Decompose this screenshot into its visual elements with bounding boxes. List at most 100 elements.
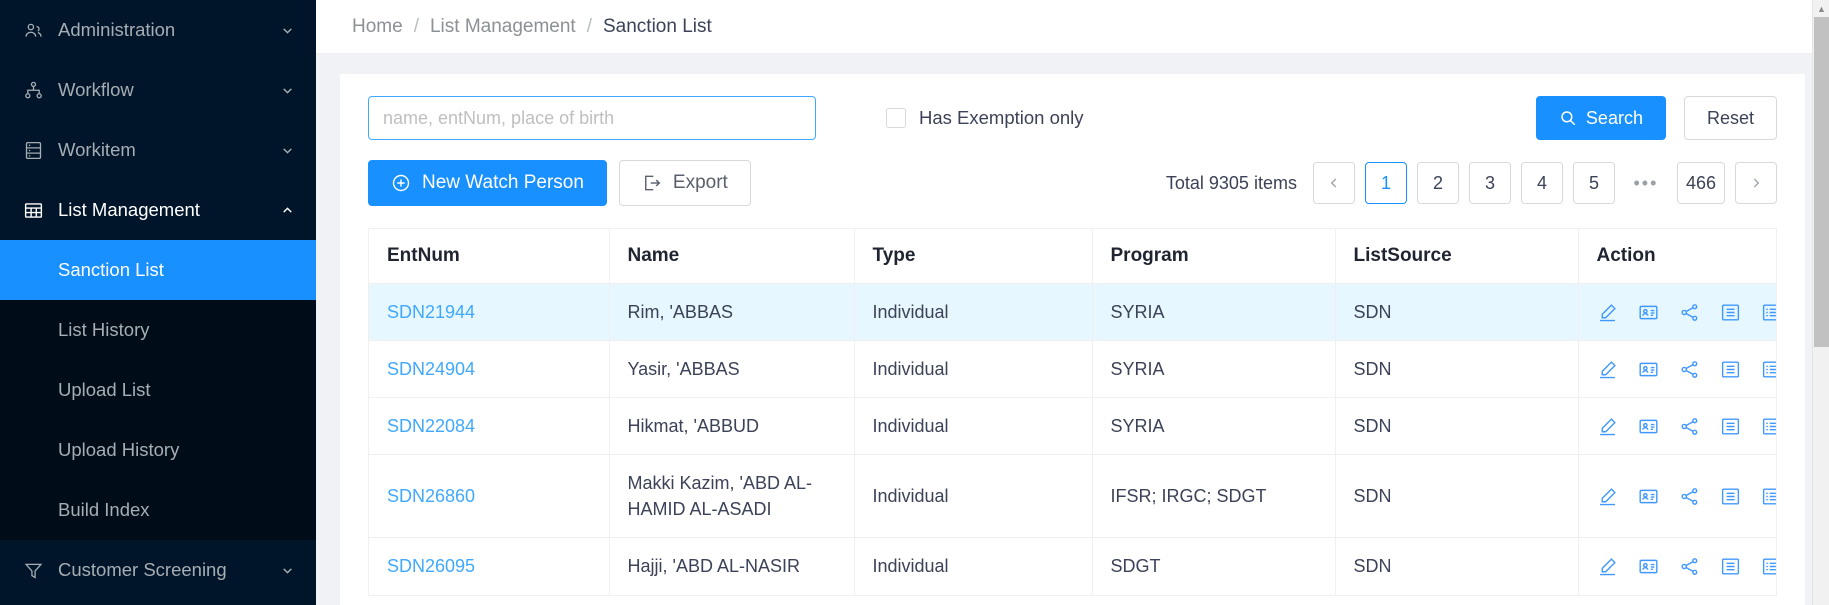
cell-name-text: Hikmat, 'ABBUD <box>627 416 759 437</box>
sidebar-item-build-index[interactable]: Build Index <box>0 480 316 540</box>
edit-icon[interactable] <box>1597 556 1618 578</box>
column-header-name[interactable]: Name <box>609 229 855 284</box>
edit-icon[interactable] <box>1597 485 1618 507</box>
chevron-up-icon[interactable] <box>280 203 294 217</box>
edit-icon[interactable] <box>1597 358 1618 380</box>
vertical-scrollbar[interactable]: ▲ <box>1812 0 1829 605</box>
scrollbar-thumb[interactable] <box>1814 17 1829 347</box>
search-button[interactable]: Search <box>1535 96 1666 140</box>
users-icon <box>22 19 44 41</box>
cell-program-text: SYRIA <box>1110 302 1165 322</box>
chevron-down-icon[interactable] <box>280 563 294 577</box>
column-header-program[interactable]: Program <box>1092 229 1336 284</box>
sidebar: Administration Workflow Workitem List Ma… <box>0 0 316 605</box>
pagination-page-5[interactable]: 5 <box>1572 162 1615 204</box>
funnel-icon <box>22 559 44 581</box>
sidebar-group-customer-screening[interactable]: Customer Screening <box>0 540 316 600</box>
pagination-page-1[interactable]: 1 <box>1364 162 1407 204</box>
share-icon[interactable] <box>1679 301 1700 323</box>
cell-entnum[interactable]: SDN22084 <box>369 397 610 456</box>
list-alt-icon[interactable] <box>1761 358 1776 380</box>
sidebar-item-upload-list[interactable]: Upload List <box>0 360 316 420</box>
pagination-next-button[interactable] <box>1735 162 1777 204</box>
id-card-icon[interactable] <box>1638 556 1659 578</box>
new-watch-person-button[interactable]: New Watch Person <box>368 160 607 206</box>
sidebar-item-list-history[interactable]: List History <box>0 300 316 360</box>
cell-program: SDGT <box>1092 537 1336 596</box>
share-icon[interactable] <box>1679 415 1700 437</box>
sidebar-item-upload-history[interactable]: Upload History <box>0 420 316 480</box>
edit-icon[interactable] <box>1597 415 1618 437</box>
sidebar-sub-label: List History <box>58 319 150 340</box>
list-detail-icon[interactable] <box>1720 301 1741 323</box>
cell-entnum-text[interactable]: SDN22084 <box>387 416 475 436</box>
chevron-down-icon[interactable] <box>280 83 294 97</box>
cell-entnum[interactable]: SDN24904 <box>369 340 610 399</box>
list-detail-icon[interactable] <box>1720 358 1741 380</box>
cell-entnum[interactable]: SDN26860 <box>369 454 610 539</box>
share-icon[interactable] <box>1679 358 1700 380</box>
id-card-icon[interactable] <box>1638 485 1659 507</box>
id-card-icon[interactable] <box>1638 358 1659 380</box>
sanction-list-card: Has Exemption only Search R <box>340 74 1805 605</box>
checkbox-box[interactable] <box>886 108 906 128</box>
table-row[interactable]: SDN22084 Hikmat, 'ABBUD Individual SYRIA SDN <box>369 397 1776 456</box>
id-card-icon[interactable] <box>1638 301 1659 323</box>
row-actions <box>1597 485 1776 507</box>
column-header-type[interactable]: Type <box>854 229 1093 284</box>
cell-listsource: SDN <box>1335 340 1579 399</box>
cell-entnum[interactable]: SDN26095 <box>369 537 610 596</box>
cell-type: Individual <box>854 454 1093 539</box>
sidebar-sub-label: Upload History <box>58 439 180 460</box>
app-root: Administration Workflow Workitem List Ma… <box>0 0 1829 605</box>
pagination-prev-button[interactable] <box>1312 162 1355 204</box>
column-header-entnum[interactable]: EntNum <box>369 229 610 284</box>
export-icon <box>642 173 662 193</box>
sidebar-group-workitem[interactable]: Workitem <box>0 120 316 180</box>
sidebar-group-list-management[interactable]: List Management <box>0 180 316 240</box>
cell-entnum-text[interactable]: SDN26860 <box>387 486 475 506</box>
breadcrumb-item-home[interactable]: Home <box>352 16 403 38</box>
export-button[interactable]: Export <box>618 160 751 206</box>
sidebar-item-sanction-list[interactable]: Sanction List <box>0 240 316 300</box>
column-header-listsource[interactable]: ListSource <box>1335 229 1579 284</box>
cell-entnum[interactable]: SDN21944 <box>369 283 610 342</box>
chevron-down-icon[interactable] <box>280 143 294 157</box>
share-icon[interactable] <box>1679 485 1700 507</box>
sidebar-sub-label: Sanction List <box>58 259 164 280</box>
sidebar-group-administration[interactable]: Administration <box>0 0 316 60</box>
list-alt-icon[interactable] <box>1761 301 1776 323</box>
scroll-up-arrow-icon[interactable]: ▲ <box>1813 0 1829 17</box>
table-row[interactable]: SDN26095 Hajji, 'ABD AL-NASIR Individual SD… <box>369 537 1776 596</box>
share-icon[interactable] <box>1679 556 1700 578</box>
pagination-page-2[interactable]: 2 <box>1416 162 1459 204</box>
has-exemption-only-checkbox[interactable]: Has Exemption only <box>886 107 1084 129</box>
cell-type-text: Individual <box>872 486 949 507</box>
cell-entnum-text[interactable]: SDN26095 <box>387 556 475 576</box>
chevron-down-icon[interactable] <box>280 23 294 37</box>
list-detail-icon[interactable] <box>1720 415 1741 437</box>
pagination-ellipsis[interactable]: ••• <box>1625 162 1667 204</box>
list-alt-icon[interactable] <box>1761 485 1776 507</box>
id-card-icon[interactable] <box>1638 415 1659 437</box>
search-input[interactable] <box>368 96 816 140</box>
table-row[interactable]: SDN26860 Makki Kazim, 'ABD AL-HAMID AL-AS… <box>369 454 1776 539</box>
column-header-action: Action <box>1578 229 1776 284</box>
sidebar-group-workflow[interactable]: Workflow <box>0 60 316 120</box>
list-detail-icon[interactable] <box>1720 485 1741 507</box>
pagination-last-page[interactable]: 466 <box>1676 162 1725 204</box>
pagination-page-3[interactable]: 3 <box>1468 162 1511 204</box>
table-row[interactable]: SDN24904 Yasir, 'ABBAS Individual SYRIA SDN <box>369 340 1776 399</box>
cell-entnum-text[interactable]: SDN24904 <box>387 359 475 379</box>
pagination-page-4[interactable]: 4 <box>1520 162 1563 204</box>
breadcrumb-item-list-management[interactable]: List Management <box>430 16 576 38</box>
table-row[interactable]: SDN21944 Rim, 'ABBAS Individual SYRIA SDN <box>369 283 1776 342</box>
cell-type: Individual <box>854 283 1093 342</box>
cell-entnum-text[interactable]: SDN21944 <box>387 302 475 322</box>
list-alt-icon[interactable] <box>1761 556 1776 578</box>
list-detail-icon[interactable] <box>1720 556 1741 578</box>
list-alt-icon[interactable] <box>1761 415 1776 437</box>
edit-icon[interactable] <box>1597 301 1618 323</box>
cell-action <box>1578 454 1776 539</box>
reset-button[interactable]: Reset <box>1683 96 1777 140</box>
